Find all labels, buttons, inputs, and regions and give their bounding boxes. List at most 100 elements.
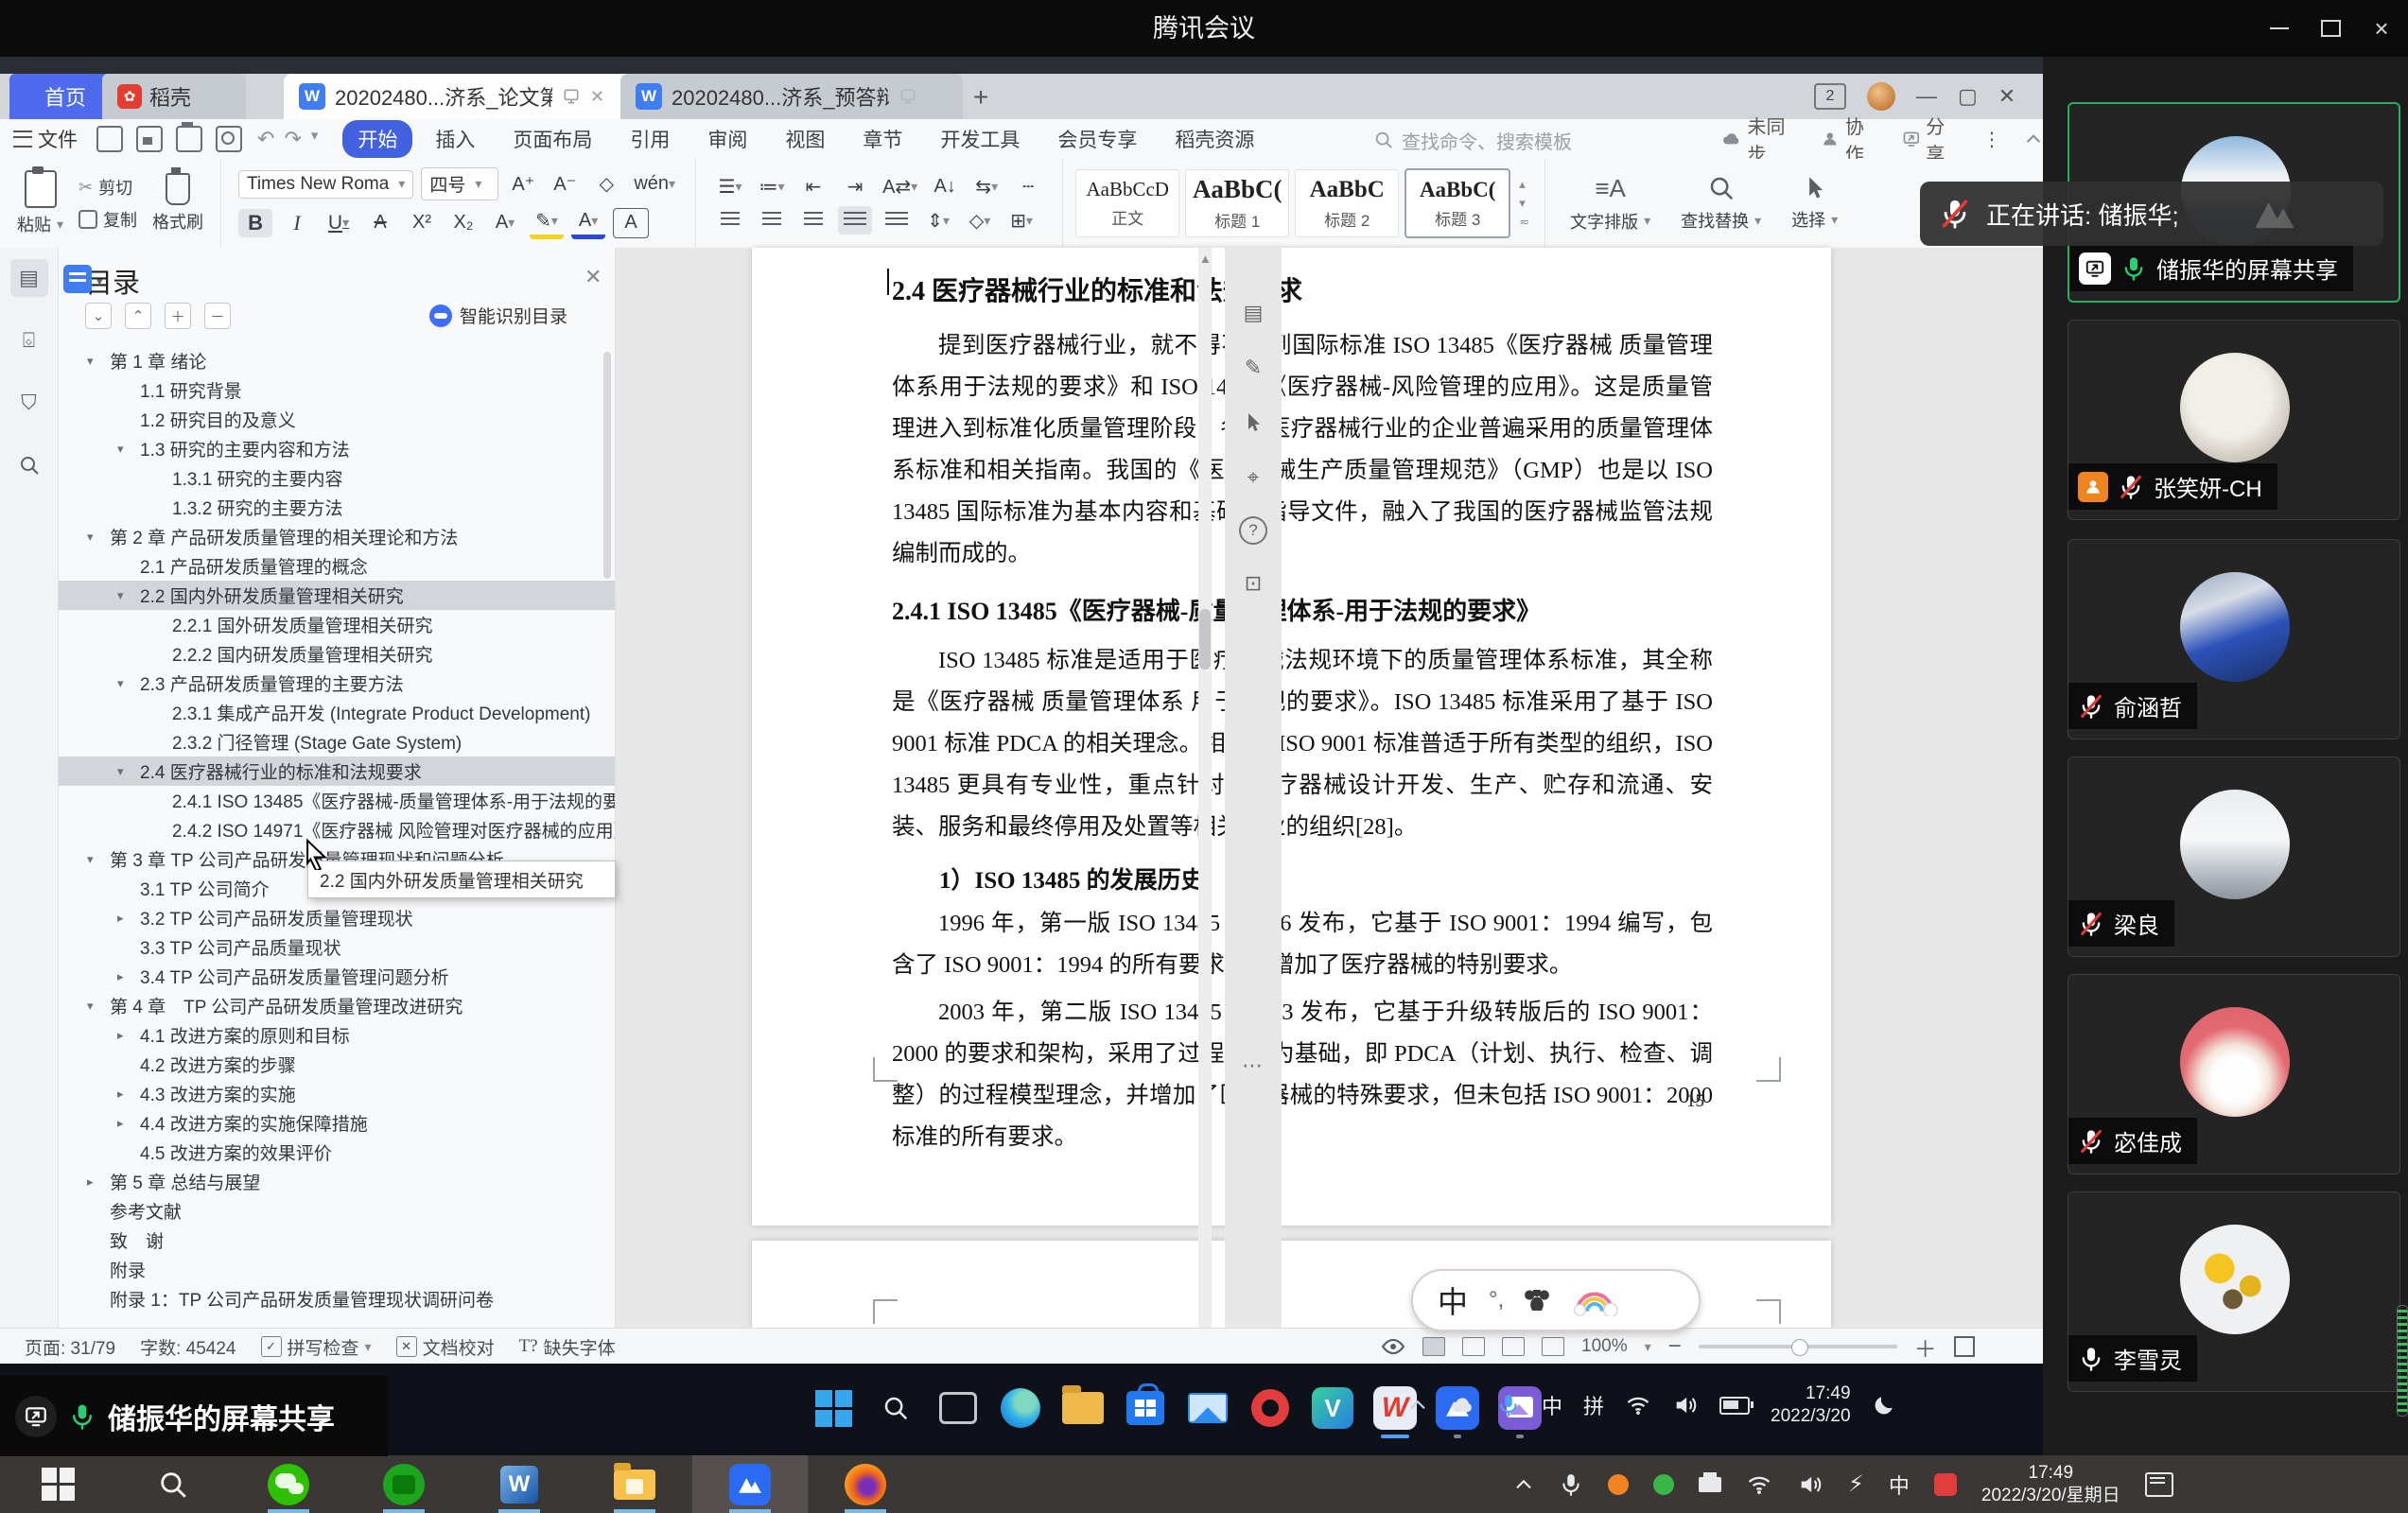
clear-format-button[interactable]: ◇ [589,170,623,199]
outline-item[interactable]: 3.3 TP 公司产品质量现状 [59,932,615,962]
borders-button[interactable]: ⊞▾ [1004,206,1038,235]
proofread-button[interactable]: ✕ 文档校对 [396,1334,495,1360]
bookmark-pane-icon[interactable]: ⛉ [10,384,48,422]
outline-item[interactable]: 2.2.1 国外研发质量管理相关研究 [59,610,615,639]
message-badge[interactable]: 2 [1814,83,1846,110]
font-color-button[interactable]: A▾ [571,206,605,239]
command-search[interactable]: 查找命令、搜索模板 [1373,126,1657,154]
outline-item[interactable]: ▾第 4 章 TP 公司产品研发质量管理改进研究 [59,991,615,1020]
mail-icon[interactable] [1186,1386,1230,1430]
increase-font-button[interactable]: A⁺ [506,170,540,199]
outline-item[interactable]: 1.3.1 研究的主要内容 [59,463,615,493]
ribbon-tab-1[interactable]: 插入 [420,120,490,158]
tab-pin-icon[interactable] [562,87,581,106]
distribute-button[interactable] [880,206,914,235]
meeting-minimize-button[interactable] [2255,0,2304,57]
strikethrough-button[interactable]: A [363,209,397,237]
outline-item[interactable]: ▸4.1 改进方案的原则和目标 [59,1020,615,1050]
document-text[interactable]: 2.4 医疗器械行业的标准和法规要求提到医疗器械行业，就不得不提到国际标准 IS… [892,261,1713,1164]
wps-minimize-button[interactable]: — [1916,84,1937,109]
viewer-clock[interactable]: 17:492022/3/20/星期日 [1981,1462,2120,1507]
wifi-icon[interactable] [1625,1392,1651,1418]
outline-item[interactable]: 1.3.2 研究的主要方法 [59,493,615,522]
export-tool-icon[interactable]: ⊡ [1237,567,1269,600]
onedrive-icon[interactable] [1449,1392,1475,1418]
outline-item[interactable]: 2.2.2 国内研发质量管理相关研究 [59,639,615,669]
sort-button[interactable]: A↓ [928,172,962,200]
meeting-close-button[interactable]: × [2357,0,2406,57]
ime-lang-indicator[interactable]: 中 [1438,1278,1468,1322]
align-right-button[interactable] [796,206,830,235]
chevron-down-icon[interactable]: ▾ [87,530,94,545]
tray-app-green-icon[interactable] [1653,1474,1674,1495]
shading-button[interactable]: ◇▾ [963,206,997,235]
outline-item[interactable]: ▾2.2 国内外研发质量管理相关研究 [59,581,615,610]
align-center-button[interactable] [755,206,789,235]
taskbar-search-icon[interactable] [874,1386,917,1430]
night-mode-icon[interactable] [1872,1393,1896,1417]
redo-icon[interactable]: ↷ [284,127,301,151]
outline-item[interactable]: ▸3.4 TP 公司产品研发质量管理问题分析 [59,962,615,991]
outline-item[interactable]: ▸3.2 TP 公司产品研发质量管理现状 [59,903,615,932]
outline-item[interactable]: 2.1 产品研发质量管理的概念 [59,551,615,581]
ime-toolbar[interactable]: 中 °, [1411,1269,1701,1331]
chevron-right-icon[interactable]: ▸ [117,1028,124,1043]
print-preview-icon[interactable] [216,126,242,152]
view-page-icon[interactable] [1422,1337,1445,1356]
file-explorer-icon[interactable] [1061,1386,1105,1430]
view-web-icon[interactable] [1462,1337,1485,1356]
outline-item[interactable]: ▾第 2 章 产品研发质量管理的相关理论和方法 [59,522,615,551]
text-direction-button[interactable]: ⇆▾ [969,172,1003,200]
outline-item[interactable]: 4.5 改进方案的效果评价 [59,1138,615,1167]
teal-v-app-icon[interactable]: V [1311,1386,1354,1430]
document-page[interactable]: 2.4 医疗器械行业的标准和法规要求提到医疗器械行业，就不得不提到国际标准 IS… [752,248,1831,1226]
outline-minus-button[interactable]: － [204,303,231,329]
outline-item[interactable]: ▾1.3 研究的主要内容和方法 [59,434,615,463]
viewer-volume-icon[interactable] [1797,1471,1823,1498]
zoom-out-button[interactable]: − [1668,1333,1682,1360]
wps-maximize-button[interactable]: ▢ [1958,84,1978,109]
chevron-down-icon[interactable]: ▾ [117,588,124,603]
viewer-ime-indicator[interactable]: 中 [1889,1470,1910,1500]
zoom-in-button[interactable]: ＋ [1914,1330,1937,1364]
expand-all-button[interactable]: ⌄ [85,303,112,329]
select-tool-icon[interactable] [1237,407,1269,439]
wps-close-button[interactable]: ✕ [1998,84,2015,109]
outline-scrollbar[interactable] [603,352,611,579]
outline-item[interactable]: 参考文献 [59,1196,615,1226]
chevron-right-icon[interactable]: ▸ [117,1087,124,1102]
participant-tile[interactable]: 俞涵哲 [2068,539,2400,739]
document-scrollbar-thumb[interactable] [1199,609,1211,670]
outline-plus-button[interactable]: ＋ [165,303,191,329]
style-normal[interactable]: AaBbCcD 正文 [1075,169,1179,237]
spell-check-button[interactable]: ✓ 拼写检查▾ [261,1334,372,1360]
volume-icon[interactable] [1672,1392,1699,1418]
outline-item[interactable]: ▾第 1 章 绪论 [59,346,615,375]
subscript-button[interactable]: X₂ [446,209,480,237]
ime-skin-icon[interactable] [1570,1284,1619,1316]
highlight-color-button[interactable]: ✎▾ [530,206,564,239]
evernote-icon[interactable] [346,1455,462,1513]
viewer-file-explorer-icon[interactable] [577,1455,692,1513]
tab-document-active[interactable]: W 20202480...济系_论文第二版 ✕ [284,74,643,119]
tag-pane-icon[interactable]: ⌺ [10,322,48,359]
font-name-select[interactable]: Times New Roma▾ [238,170,413,199]
smart-toc-button[interactable]: 智能识别目录 [429,303,567,328]
style-heading3[interactable]: AaBbC( 标题 3 [1405,168,1510,238]
new-doc-icon[interactable] [96,126,123,152]
start-button-win11[interactable] [811,1386,855,1430]
chevron-right-icon[interactable]: ▸ [87,1174,94,1190]
account-avatar[interactable] [1867,82,1895,111]
more-caret-icon[interactable]: ▾ [311,127,319,151]
outline-item[interactable]: ▸第 5 章 总结与展望 [59,1167,615,1196]
tab-docer[interactable]: ✿ 稻壳 [102,74,246,119]
outline-item[interactable]: 附录 [59,1255,615,1284]
ime-paw-icon[interactable] [1525,1290,1549,1311]
superscript-button[interactable]: X² [405,209,439,237]
fullscreen-icon[interactable] [1954,1336,1975,1357]
bold-button[interactable]: B [238,209,272,237]
ribbon-tab-5[interactable]: 视图 [770,120,840,158]
outline-item[interactable]: ▸4.4 改进方案的实施保障措施 [59,1108,615,1138]
save-icon[interactable] [136,126,163,152]
viewer-printer-icon[interactable] [1699,1477,1721,1492]
